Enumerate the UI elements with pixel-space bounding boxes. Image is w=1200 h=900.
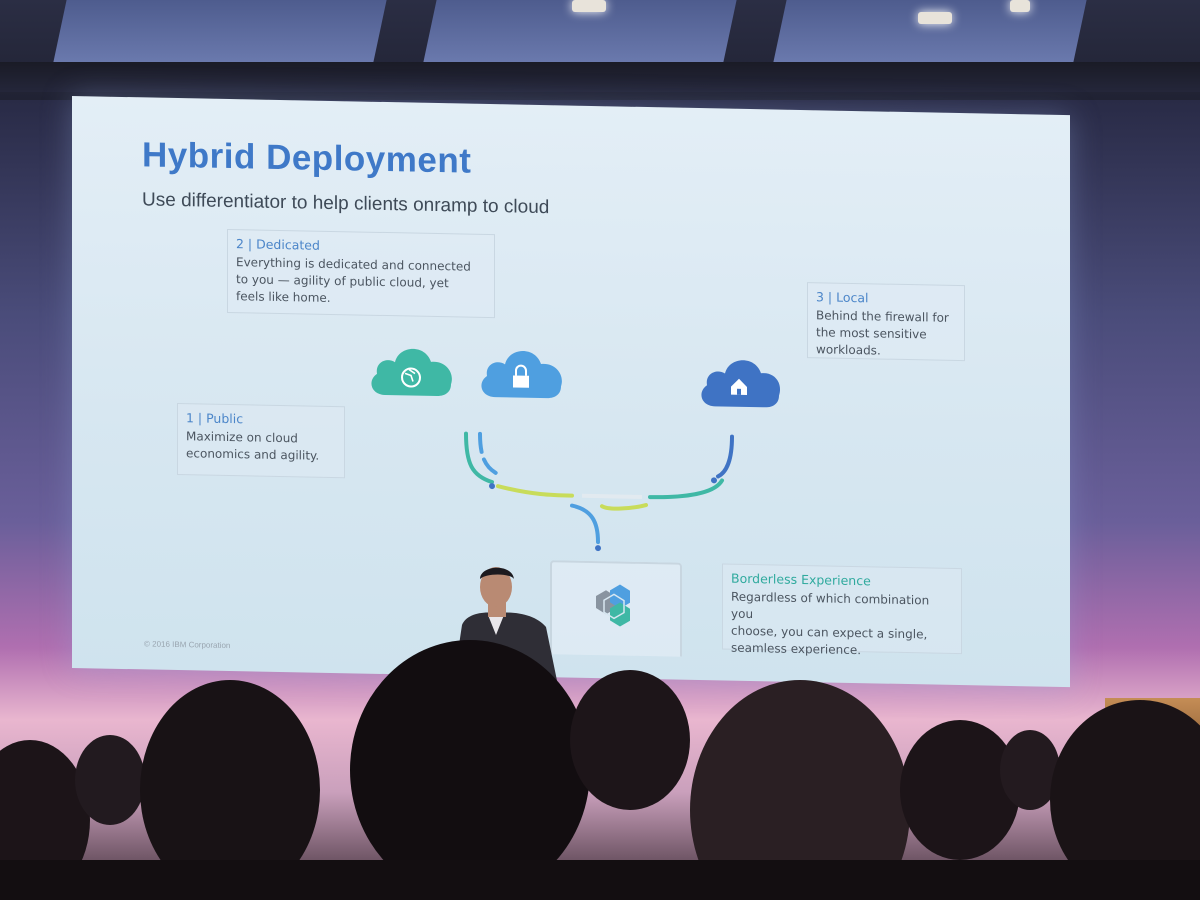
audience-silhouettes xyxy=(0,640,1200,900)
